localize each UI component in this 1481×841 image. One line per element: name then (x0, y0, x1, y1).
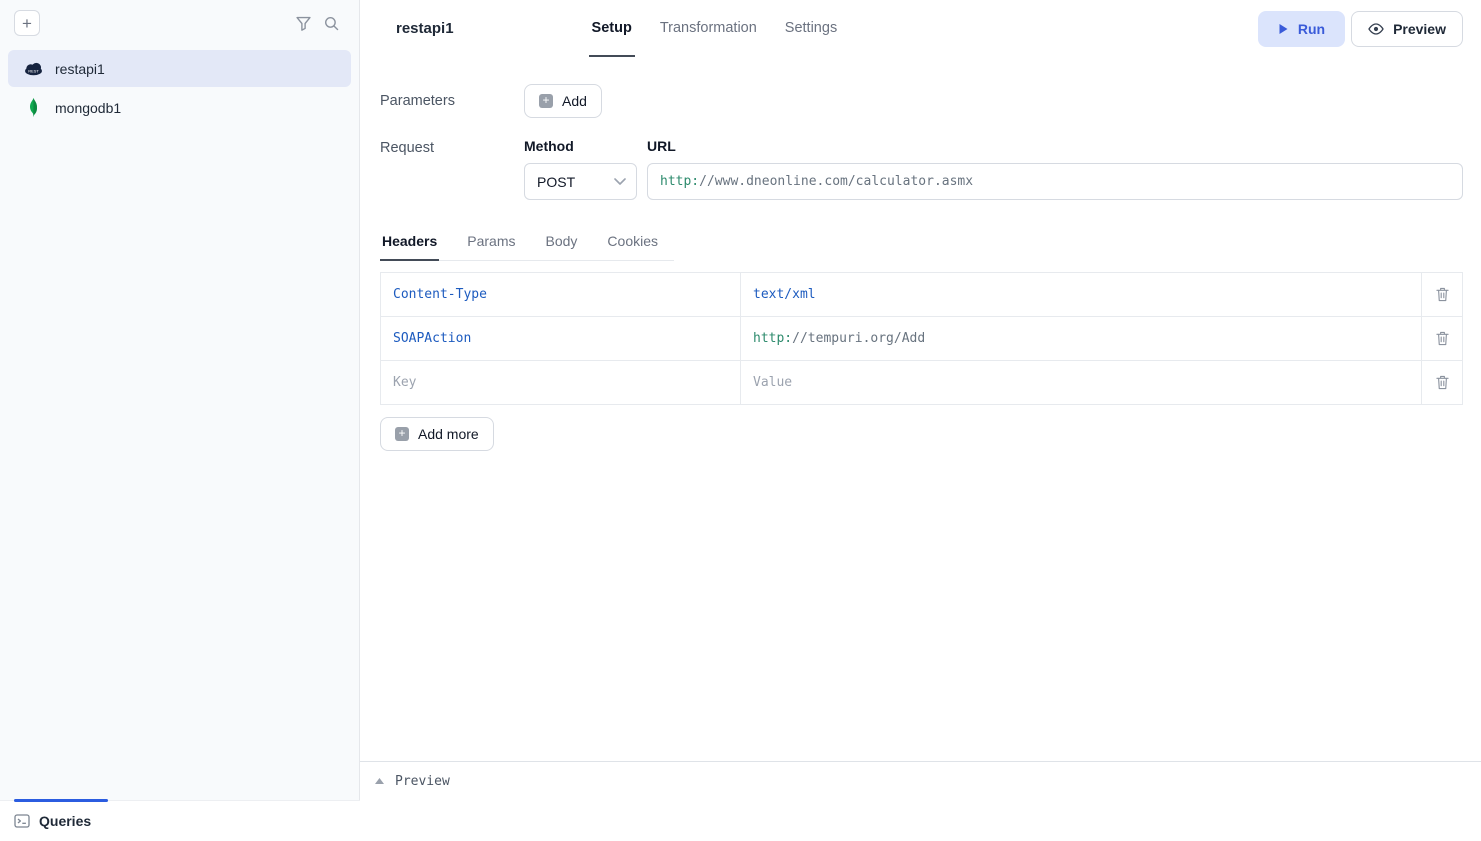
header-key-field[interactable] (380, 360, 741, 405)
caret-up-icon[interactable] (372, 778, 386, 784)
header-value-field[interactable] (740, 360, 1422, 405)
header-row: SOAPAction http://tempuri.org/Add (380, 316, 1463, 361)
header-actions: Run Preview (1258, 11, 1463, 47)
chevron-down-icon (614, 178, 626, 186)
url-column: URL http://www.dneonline.com/calculator.… (647, 138, 1463, 200)
run-button[interactable]: Run (1258, 11, 1345, 47)
query-title: restapi1 (396, 20, 454, 37)
query-list: REST restapi1 mongodb1 (0, 44, 359, 132)
parameters-label: Parameters (380, 93, 524, 109)
main-panel: restapi1 Setup Transformation Settings R… (360, 0, 1481, 841)
header-value-scheme-text: http: (753, 331, 792, 346)
tab-params[interactable]: Params (465, 224, 517, 261)
tab-queries-label: Queries (39, 813, 91, 829)
trash-icon (1436, 331, 1449, 346)
header-value-field[interactable]: text/xml (740, 272, 1422, 317)
sidebar-toolbar: + (0, 0, 359, 44)
header-value-text: text/xml (753, 287, 816, 302)
tab-queries[interactable]: Queries (14, 813, 91, 829)
tab-body[interactable]: Body (544, 224, 580, 261)
plus-icon: + (539, 94, 553, 108)
eye-icon (1368, 23, 1384, 35)
plus-icon: + (395, 427, 409, 441)
setup-content: Parameters + Add Request Method POST URL (360, 57, 1481, 451)
method-select[interactable]: POST (524, 163, 637, 200)
tab-setup[interactable]: Setup (589, 0, 635, 57)
headers-table: Content-Type text/xml SOAPAction http://… (380, 272, 1463, 405)
header-value-input[interactable] (753, 375, 1409, 390)
tab-settings[interactable]: Settings (782, 0, 840, 57)
add-query-button[interactable]: + (14, 10, 40, 36)
svg-text:REST: REST (28, 68, 39, 73)
queries-icon (14, 814, 30, 828)
request-config-tabs: Headers Params Body Cookies (380, 224, 674, 261)
delete-header-button[interactable] (1421, 316, 1463, 361)
tab-headers[interactable]: Headers (380, 224, 439, 261)
run-button-label: Run (1298, 21, 1325, 37)
request-label: Request (380, 138, 524, 200)
tab-cookies[interactable]: Cookies (605, 224, 660, 261)
preview-button-label: Preview (1393, 21, 1446, 37)
sidebar: + REST restapi1 (0, 0, 360, 841)
response-preview-label: Preview (395, 774, 450, 789)
header-key-input[interactable] (393, 375, 728, 390)
mongodb-leaf-icon (22, 97, 44, 118)
url-input[interactable]: http://www.dneonline.com/calculator.asmx (647, 163, 1463, 200)
entity-label: mongodb1 (55, 100, 121, 116)
parameters-row: Parameters + Add (380, 84, 1463, 118)
header-value-field[interactable]: http://tempuri.org/Add (740, 316, 1422, 361)
query-mode-tabs: Setup Transformation Settings (589, 0, 841, 57)
add-more-label: Add more (418, 426, 479, 442)
header-key-text: Content-Type (393, 287, 487, 302)
add-parameter-label: Add (562, 93, 587, 109)
add-more-button[interactable]: + Add more (380, 417, 494, 451)
header-row-empty (380, 360, 1463, 405)
queries-tab-indicator (14, 799, 108, 802)
delete-header-button[interactable] (1421, 360, 1463, 405)
entity-label: restapi1 (55, 61, 105, 77)
url-label: URL (647, 138, 1463, 154)
header-key-field[interactable]: SOAPAction (380, 316, 741, 361)
response-preview-bar[interactable]: Preview (360, 761, 1481, 800)
sidebar-item-restapi1[interactable]: REST restapi1 (8, 50, 351, 87)
preview-button[interactable]: Preview (1351, 11, 1463, 47)
url-scheme-text: http: (660, 174, 699, 189)
sidebar-item-mongodb1[interactable]: mongodb1 (8, 89, 351, 126)
delete-header-button[interactable] (1421, 272, 1463, 317)
header-key-text: SOAPAction (393, 331, 471, 346)
sidebar-bottom-bar: Queries (0, 800, 360, 841)
tab-transformation[interactable]: Transformation (657, 0, 760, 57)
add-more-row: + Add more (380, 417, 1463, 451)
method-label: Method (524, 138, 637, 154)
trash-icon (1436, 287, 1449, 302)
add-parameter-button[interactable]: + Add (524, 84, 602, 118)
url-rest-text: //www.dneonline.com/calculator.asmx (699, 174, 973, 189)
filter-icon[interactable] (289, 10, 317, 36)
method-column: Method POST (524, 138, 637, 200)
header-key-field[interactable]: Content-Type (380, 272, 741, 317)
method-value: POST (537, 174, 575, 190)
request-row: Request Method POST URL http://www.dneon… (380, 138, 1463, 200)
header-row: Content-Type text/xml (380, 272, 1463, 317)
header-value-rest-text: //tempuri.org/Add (792, 331, 925, 346)
query-header: restapi1 Setup Transformation Settings R… (360, 0, 1481, 57)
search-icon[interactable] (317, 10, 345, 36)
play-icon (1278, 23, 1289, 35)
rest-api-cloud-icon: REST (22, 61, 44, 76)
trash-icon (1436, 375, 1449, 390)
